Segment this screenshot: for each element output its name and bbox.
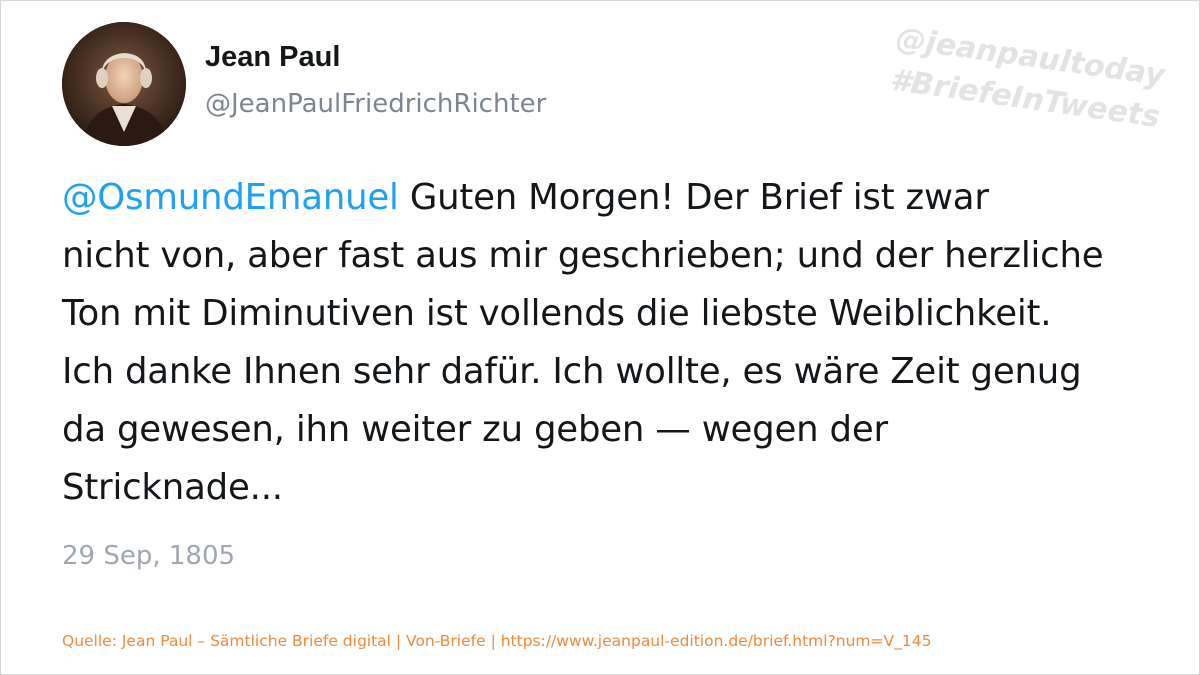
user-handle[interactable]: @JeanPaulFriedrichRichter	[205, 89, 546, 119]
display-name[interactable]: Jean Paul	[205, 41, 340, 74]
tweet-line-text: Guten Morgen! Der Brief ist zwar	[398, 177, 989, 218]
tweet-line: nicht von, aber fast aus mir geschrieben…	[62, 235, 1104, 276]
mention-link[interactable]: @OsmundEmanuel	[62, 177, 399, 218]
tweet-text: @OsmundEmanuel Guten Morgen! Der Brief i…	[62, 169, 1172, 517]
tweet-line: Ich danke Ihnen sehr dafür. Ich wollte, …	[62, 351, 1082, 392]
tweet-line: Stricknade...	[62, 467, 283, 508]
portrait-avatar-icon	[62, 22, 186, 146]
watermark: @jeanpaultoday #BriefeInTweets	[887, 18, 1196, 143]
avatar[interactable]	[62, 22, 186, 146]
tweet-line: @OsmundEmanuel Guten Morgen! Der Brief i…	[62, 169, 1172, 227]
tweet-date: 29 Sep, 1805	[62, 541, 236, 571]
tweet-line: Ton mit Diminutiven ist vollends die lie…	[62, 293, 1052, 334]
tweet-line: da gewesen, ihn weiter zu geben — wegen …	[62, 409, 888, 450]
source-citation: Quelle: Jean Paul – Sämtliche Briefe dig…	[62, 632, 932, 650]
tweet-card: Jean Paul @JeanPaulFriedrichRichter @jea…	[0, 0, 1200, 675]
